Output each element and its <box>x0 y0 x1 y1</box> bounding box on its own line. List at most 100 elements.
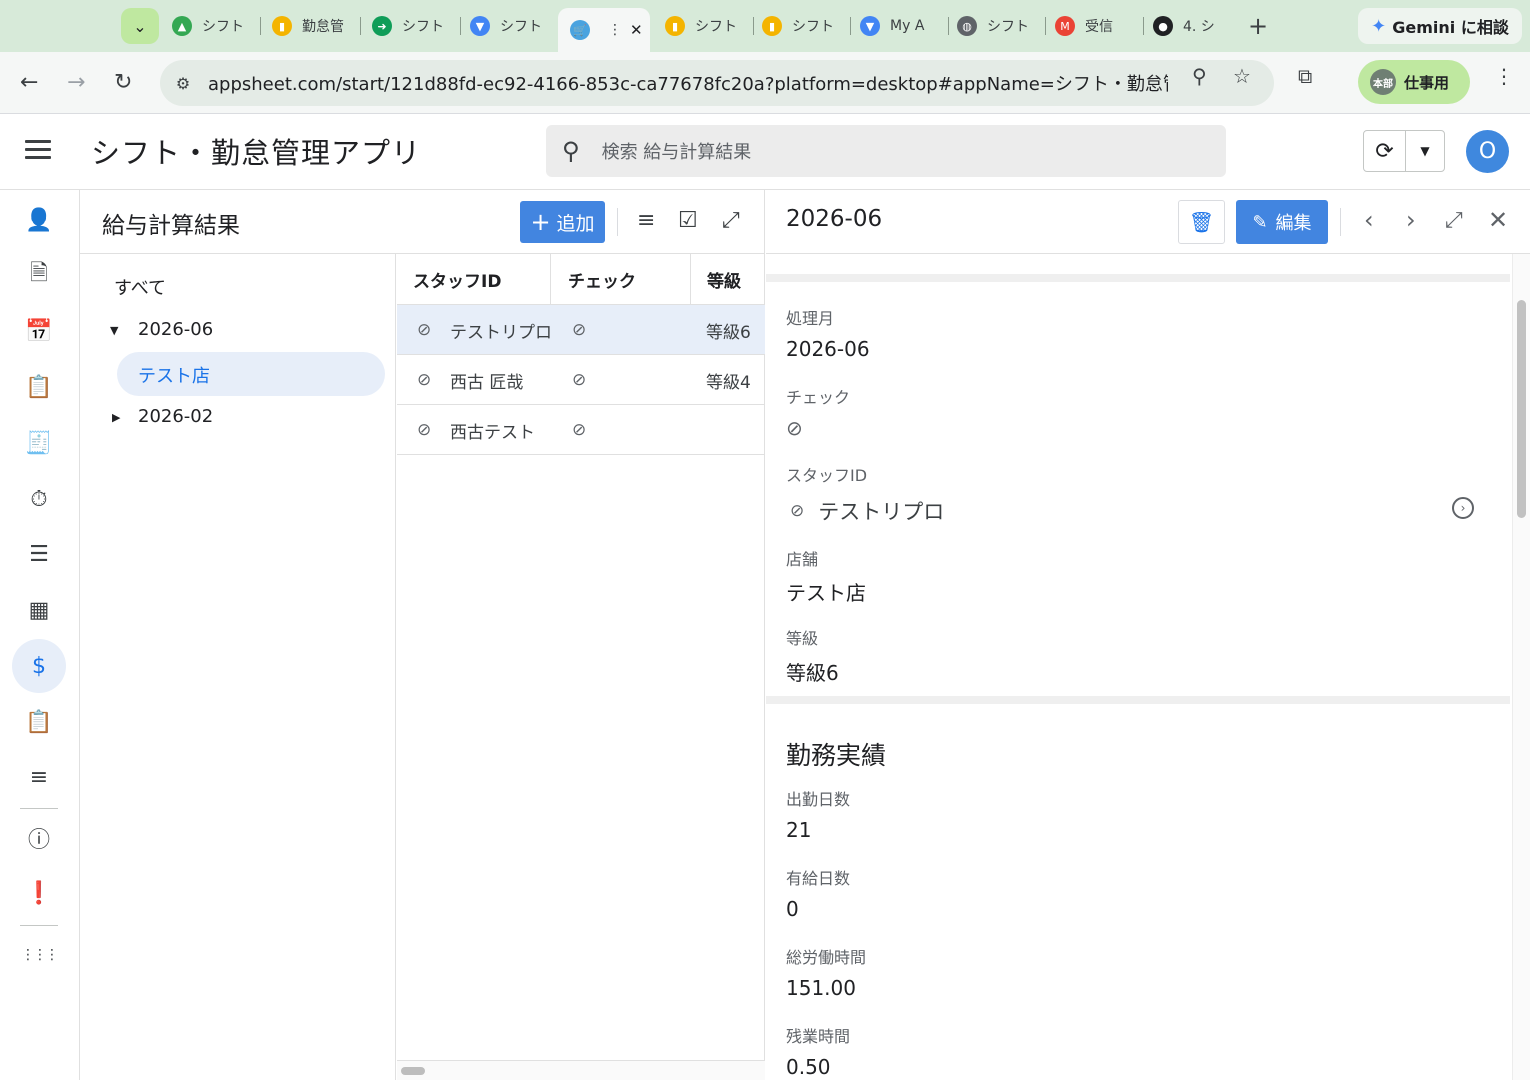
field-value-total-hours: 151.00 <box>786 976 856 1000</box>
clipboard-check-icon[interactable]: 📋 <box>12 360 66 414</box>
app-title: シフト・勤怠管理アプリ <box>91 136 422 170</box>
tab-label: シフト <box>987 19 1029 35</box>
tab-search-icon[interactable]: ⌄ <box>121 8 159 44</box>
timer-icon[interactable]: ⏱ <box>12 472 66 526</box>
horizontal-scrollbar[interactable] <box>397 1060 765 1080</box>
edit-button[interactable]: ✎ 編集 <box>1236 200 1328 244</box>
tree-item-test-store[interactable]: テスト店 <box>138 362 210 388</box>
previous-chevron-icon[interactable]: ‹ <box>1364 206 1374 234</box>
calculator-icon[interactable]: ▦ <box>12 583 66 637</box>
browser-tab[interactable]: ▼ My A <box>860 8 940 44</box>
browser-tab-bar: ⌄ ▲ シフト ▮ 勤怠管 ➜ シフト ▼ シフト 🛒 ⋮ ✕ ▮ シフト ▮ シフト ▼ My A ◍ シフト M 受… <box>0 0 1530 52</box>
rail-divider <box>20 808 58 809</box>
address-bar[interactable]: ⚙ appsheet.com/start/121d88fd-ec92-4166-… <box>160 60 1274 106</box>
expand-icon[interactable]: ⤢ <box>722 208 740 233</box>
browser-tab[interactable]: 🛒 ⋮ ✕ <box>558 8 650 52</box>
browser-tab[interactable]: M 受信 <box>1055 8 1135 44</box>
url-text[interactable]: appsheet.com/start/121d88fd-ec92-4166-85… <box>208 70 1168 96</box>
column-header-check[interactable]: チェック <box>568 254 636 305</box>
field-value-staff[interactable]: ⊘ テストリプロ <box>790 496 944 526</box>
tab-favicon-icon: M <box>1055 16 1075 36</box>
feedback-icon[interactable]: ❗ <box>12 866 66 920</box>
invoice-icon[interactable]: 🧾 <box>12 416 66 470</box>
browser-tab[interactable]: ▮ 勤怠管 <box>272 8 352 44</box>
table-row[interactable]: ⊘ 西古テスト ⊘ <box>397 405 765 455</box>
hamburger-menu-icon[interactable] <box>25 140 51 162</box>
column-header-staff-id[interactable]: スタッフID <box>413 254 501 305</box>
chevron-down-icon[interactable]: ▼ <box>1406 131 1444 171</box>
pencil-icon: ✎ <box>1252 211 1268 233</box>
staff-schedule-icon[interactable]: 👤 <box>12 193 66 247</box>
scrollbar-thumb[interactable] <box>1517 300 1526 518</box>
group-tree: すべて ▼ 2026-06 テスト店 ▶ 2026-02 <box>80 254 396 1080</box>
location-pin-icon[interactable]: ⚲ <box>1192 64 1207 88</box>
column-header-grade[interactable]: 等級 <box>707 254 741 305</box>
browser-tab[interactable]: ▼ シフト <box>470 8 550 44</box>
caret-down-icon[interactable]: ▼ <box>110 324 118 337</box>
search-input[interactable]: ⚲ 検索 給与計算結果 <box>546 125 1226 177</box>
browser-tab[interactable]: ▮ シフト <box>762 8 842 44</box>
header-divider <box>617 208 618 236</box>
reload-icon[interactable]: ↻ <box>114 70 132 95</box>
open-reference-icon[interactable]: › <box>1452 497 1474 519</box>
profile-button[interactable]: 本部 仕事用 <box>1358 60 1470 104</box>
table-header: スタッフID チェック 等級 <box>397 254 765 305</box>
close-icon[interactable]: ✕ <box>1488 206 1508 234</box>
payroll-icon[interactable]: $ <box>12 639 66 693</box>
gemini-button[interactable]: ✦ Gemini に相談 <box>1358 8 1522 44</box>
tree-group-2026-06[interactable]: 2026-06 <box>138 319 213 340</box>
expand-icon[interactable]: ⤢ <box>1445 208 1463 233</box>
table-row[interactable]: ⊘ 西古 匠哉 ⊘ 等級4 <box>397 355 765 405</box>
sync-icon[interactable]: ⟳ <box>1364 131 1406 171</box>
add-button[interactable]: + 追加 <box>520 201 605 243</box>
browser-menu-icon[interactable]: ⋮ <box>1494 64 1514 88</box>
calendar-edit-icon[interactable]: 📅 <box>12 304 66 358</box>
caret-right-icon[interactable]: ▶ <box>112 411 120 424</box>
next-chevron-icon[interactable]: › <box>1406 206 1416 234</box>
menu-lines-icon[interactable]: ≡ <box>12 750 66 804</box>
list-icon[interactable]: ☰ <box>12 527 66 581</box>
column-divider <box>550 254 551 305</box>
tab-label: シフト <box>695 19 737 35</box>
new-tab-icon[interactable]: + <box>1248 12 1268 40</box>
tab-favicon-icon: ▼ <box>860 16 880 36</box>
browser-tab[interactable]: ▮ シフト <box>665 8 745 44</box>
back-arrow-icon[interactable]: ← <box>20 70 38 95</box>
site-settings-icon[interactable]: ⚙ <box>166 66 200 100</box>
scrollbar-thumb[interactable] <box>401 1067 425 1075</box>
tree-group-2026-02[interactable]: 2026-02 <box>138 406 213 427</box>
eye-off-icon: ⊘ <box>417 370 432 390</box>
nav-rail: 👤 🗎 📅 📋 🧾 ⏱ ☰ ▦ $ 📋 ≡ ⓘ ❗ ⋮⋮⋮ <box>0 190 80 1080</box>
user-avatar[interactable]: O <box>1466 130 1509 173</box>
browser-tab[interactable]: ➜ シフト <box>372 8 452 44</box>
extensions-puzzle-icon[interactable]: ⧉ <box>1298 64 1312 88</box>
add-label: 追加 <box>556 212 595 235</box>
info-icon[interactable]: ⓘ <box>12 811 66 865</box>
vertical-scrollbar[interactable] <box>1512 254 1530 1080</box>
search-icon: ⚲ <box>562 137 580 165</box>
tab-separator <box>753 17 754 35</box>
tree-item-all[interactable]: すべて <box>114 274 166 300</box>
delete-button[interactable]: 🗑 <box>1178 200 1225 244</box>
apps-grid-icon[interactable]: ⋮⋮⋮ <box>12 928 66 982</box>
forward-arrow-icon[interactable]: → <box>67 70 85 95</box>
cell-staff: 西古テスト <box>450 422 535 443</box>
cell-staff: テストリプロ <box>450 322 552 343</box>
field-value-store: テスト店 <box>786 581 866 605</box>
bookmark-star-icon[interactable]: ☆ <box>1233 64 1251 88</box>
browser-tab[interactable]: ▲ シフト <box>172 8 252 44</box>
browser-tab[interactable]: ◍ シフト <box>957 8 1037 44</box>
table-row[interactable]: ⊘ テストリプロ ⊘ 等級6 <box>397 305 765 355</box>
document-icon[interactable]: 🗎 <box>12 248 66 302</box>
tab-close-icon[interactable]: ✕ <box>630 21 643 39</box>
filter-icon[interactable]: ≡ <box>637 208 655 233</box>
results-table: スタッフID チェック 等級 ⊘ テストリプロ ⊘ 等級6 ⊘ 西古 匠哉 ⊘ … <box>397 254 765 1080</box>
select-checkbox-icon[interactable]: ☑ <box>678 208 698 233</box>
list-title: 給与計算結果 <box>102 213 240 239</box>
tab-menu-icon[interactable]: ⋮ <box>608 22 622 38</box>
field-label-overtime: 残業時間 <box>786 1027 851 1046</box>
browser-tab[interactable]: ● 4. シ <box>1153 8 1233 44</box>
clipboard-list-icon[interactable]: 📋 <box>12 695 66 749</box>
tab-label: シフト <box>402 19 444 35</box>
field-label-paid-leave: 有給日数 <box>786 869 851 888</box>
